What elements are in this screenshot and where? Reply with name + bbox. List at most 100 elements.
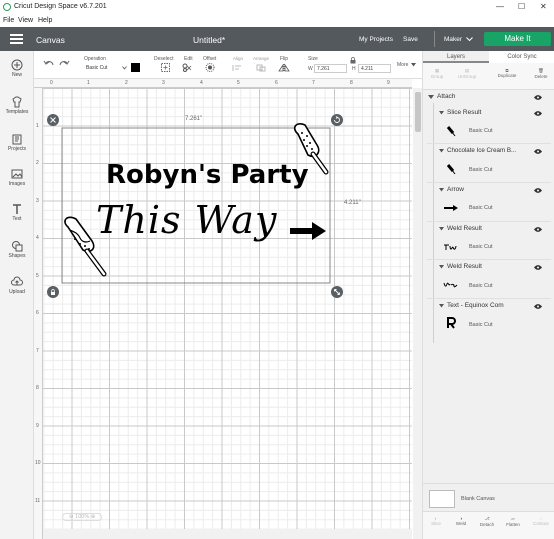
rail-templates[interactable]: Templates (0, 96, 34, 115)
flip-icon[interactable] (278, 64, 290, 72)
eye-icon[interactable] (534, 188, 542, 193)
layer-chevron-icon[interactable] (439, 304, 444, 308)
layer-slice-result[interactable]: Slice Result (447, 109, 481, 116)
layer-op: Basic Cut (469, 205, 493, 211)
layer-chevron-icon[interactable] (439, 111, 444, 115)
design-text-this-way[interactable]: This Way (96, 198, 277, 242)
eye-icon[interactable] (534, 149, 542, 154)
rail-text[interactable]: Text (0, 203, 34, 222)
layer-chevron-icon[interactable] (439, 227, 444, 231)
lock-handle-icon[interactable] (47, 286, 59, 298)
layer-thumbnail (443, 282, 458, 288)
detach-label: Detach (479, 522, 495, 527)
layer-thumbnail (444, 205, 458, 211)
contour-label: Contour (532, 521, 549, 526)
ruler-tick: 5 (237, 80, 240, 86)
align-icon[interactable] (232, 64, 244, 72)
rail-projects[interactable]: Projects (0, 133, 34, 152)
color-swatch[interactable] (131, 63, 140, 72)
layer-weld-result-1[interactable]: Weld Result (447, 225, 482, 232)
eye-icon[interactable] (534, 227, 542, 232)
flip-label: Flip (280, 56, 289, 62)
rail-shapes[interactable]: Shapes (0, 240, 34, 259)
rail-upload[interactable]: Upload (0, 276, 34, 295)
layer-text-equinox[interactable]: Text - Equinox Com (447, 302, 504, 309)
minimize-button[interactable]: — (496, 2, 504, 11)
zoom-control[interactable]: ⊖ 100% ⊕ (62, 513, 103, 521)
layer-chevron-icon[interactable] (439, 188, 444, 192)
rail-projects-label: Projects (7, 146, 27, 152)
image-icon (11, 169, 23, 179)
close-window-button[interactable]: ✕ (540, 2, 547, 11)
layer-weld-result-2[interactable]: Weld Result (447, 263, 482, 270)
design-text-robyns-party[interactable]: Robyn's Party (106, 160, 309, 190)
flatten-button[interactable]: ▱ Flatten (501, 516, 525, 527)
eye-icon[interactable] (534, 304, 542, 309)
eye-icon[interactable] (534, 111, 542, 116)
detach-button[interactable]: ⎇ Detach (475, 516, 499, 527)
ruler-tick: 2 (125, 80, 128, 86)
menu-file[interactable]: File (3, 17, 14, 24)
edit-icon[interactable] (182, 63, 195, 72)
ungroup-button[interactable]: ▤ UnGroup (455, 68, 479, 79)
rail-new[interactable]: New (0, 59, 34, 78)
machine-select[interactable]: Maker (444, 36, 462, 43)
upload-cloud-icon (11, 276, 23, 286)
operation-select[interactable]: Basic Cut (86, 65, 107, 71)
undo-icon[interactable] (43, 59, 54, 67)
arrange-icon[interactable] (256, 64, 268, 72)
tab-layers[interactable]: Layers (423, 51, 489, 63)
layer-arrow[interactable]: Arrow (447, 186, 464, 193)
redo-icon[interactable] (59, 59, 70, 67)
menu-view[interactable]: View (18, 17, 33, 24)
edit-toolbar: Operation Basic Cut Deselect Edit Offset… (34, 51, 422, 79)
maximize-button[interactable]: ☐ (518, 2, 525, 11)
save-button[interactable]: Save (403, 36, 418, 43)
duplicate-button[interactable]: ⧉ Duplicate (495, 68, 519, 78)
width-input[interactable]: 7.261 (314, 64, 347, 73)
weld-button[interactable]: ◑ Weld (449, 516, 473, 526)
resize-handle-icon[interactable] (331, 286, 343, 298)
layer-chevron-icon[interactable] (439, 149, 444, 153)
group-button[interactable]: ▦ Group (425, 68, 449, 79)
ruler-top: 0 1 2 3 4 5 6 7 8 9 (34, 79, 412, 88)
layer-chevron-icon[interactable] (439, 265, 444, 269)
offset-icon[interactable] (205, 63, 218, 72)
layer-separator (427, 143, 551, 144)
ruler-tick: 9 (387, 80, 390, 86)
delete-handle-icon[interactable] (47, 114, 59, 126)
rail-text-label: Text (12, 216, 22, 222)
collapse-chevron-icon[interactable] (428, 95, 434, 100)
tab-color-sync[interactable]: Color Sync (489, 51, 554, 63)
make-it-button[interactable]: Make It (484, 32, 551, 46)
layer-thumbnail (446, 164, 456, 175)
layers-panel: Layers Color Sync ▦ Group ▤ UnGroup ⧉ Dupli… (422, 51, 554, 539)
more-button[interactable]: More (397, 62, 408, 68)
eye-icon[interactable] (534, 95, 542, 100)
menu-help[interactable]: Help (38, 17, 52, 24)
my-projects-button[interactable]: My Projects (359, 36, 393, 43)
deselect-icon[interactable] (161, 63, 170, 72)
group-attach-label[interactable]: Attach (437, 93, 455, 100)
lock-icon[interactable] (350, 57, 356, 64)
vertical-scroll-thumb[interactable] (415, 92, 421, 132)
more-chevron-icon[interactable] (411, 63, 416, 67)
layer-chocolate-ice-cream[interactable]: Chocolate Ice Cream B... (447, 147, 516, 154)
rail-images[interactable]: Images (0, 168, 34, 187)
operation-chevron-icon[interactable] (122, 66, 127, 70)
panel-divider (423, 483, 554, 484)
vertical-scrollbar[interactable] (413, 88, 422, 539)
slice-button[interactable]: ◐ Slice (424, 516, 448, 526)
horizontal-scrollbar[interactable] (43, 529, 412, 539)
height-input[interactable]: 4.211 (358, 64, 391, 73)
rotate-handle-icon[interactable] (331, 114, 343, 126)
delete-button[interactable]: 🗑 Delete (529, 68, 553, 79)
contour-button[interactable]: ◌ Contour (529, 516, 553, 526)
blank-canvas-swatch[interactable] (429, 490, 455, 508)
layer-separator (427, 182, 551, 183)
arrow-image[interactable] (290, 222, 326, 240)
hamburger-menu-icon[interactable] (10, 34, 23, 44)
eye-icon[interactable] (534, 265, 542, 270)
chevron-down-icon[interactable] (466, 37, 473, 42)
width-label: W (308, 66, 313, 72)
